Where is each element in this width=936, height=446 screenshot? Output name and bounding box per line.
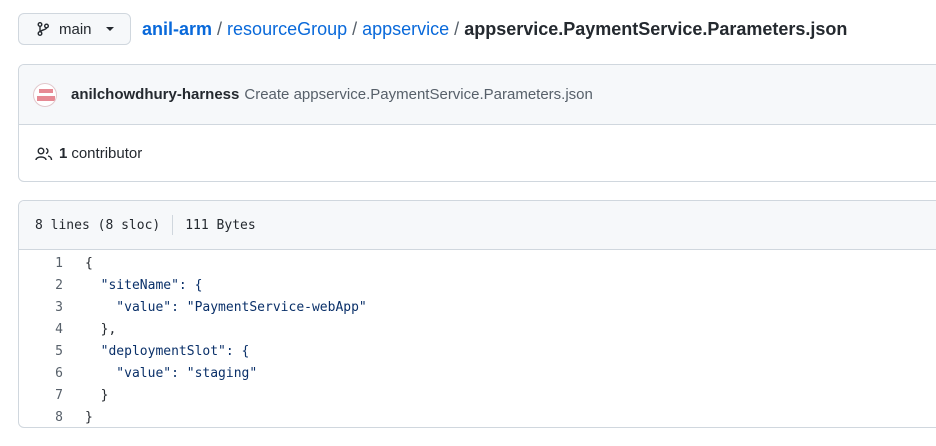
code-line: 8 } [19, 406, 936, 427]
breadcrumb-folder-link[interactable]: appservice [362, 19, 449, 40]
file-viewer: 8 lines (8 sloc) 111 Bytes 1 { 2 "siteNa… [18, 200, 936, 428]
contributors-row[interactable]: 1 contributor [19, 125, 936, 181]
latest-commit-row: anilchowdhury-harness Create appservice.… [19, 65, 936, 125]
code-text: } [85, 409, 93, 425]
line-number[interactable]: 7 [19, 388, 63, 403]
breadcrumb-separator: / [217, 18, 223, 39]
code-content[interactable]: 1 { 2 "siteName": { 3 "value": "PaymentS… [19, 250, 936, 427]
code-text: "value": "PaymentService-webApp" [85, 299, 367, 315]
code-line: 4 }, [19, 318, 936, 340]
code-text: { [85, 255, 93, 271]
people-icon [35, 147, 53, 160]
breadcrumb-repo-link[interactable]: anil-arm [142, 19, 212, 40]
branch-name: main [59, 20, 92, 38]
code-text: } [85, 387, 109, 403]
avatar[interactable] [33, 82, 57, 107]
line-number[interactable]: 8 [19, 410, 63, 425]
line-number[interactable]: 4 [19, 322, 63, 337]
branch-selector-button[interactable]: main [18, 13, 131, 45]
commit-author-link[interactable]: anilchowdhury-harness [71, 86, 239, 103]
code-text: }, [85, 321, 117, 337]
code-text: "deploymentSlot": { [85, 343, 250, 359]
line-number[interactable]: 6 [19, 366, 63, 381]
file-info-header: 8 lines (8 sloc) 111 Bytes [19, 201, 936, 250]
line-number[interactable]: 5 [19, 344, 63, 359]
line-number[interactable]: 1 [19, 256, 63, 271]
code-text: "value": "staging" [85, 365, 258, 381]
code-line: 6 "value": "staging" [19, 362, 936, 384]
breadcrumb-folder-link[interactable]: resourceGroup [227, 19, 347, 40]
code-line: 7 } [19, 384, 936, 406]
file-size: 111 Bytes [185, 217, 256, 233]
divider [172, 215, 174, 235]
breadcrumb-separator: / [352, 18, 358, 39]
code-text: "siteName": { [85, 277, 203, 293]
code-line: 5 "deploymentSlot": { [19, 340, 936, 362]
contributor-label: contributor [71, 145, 143, 162]
breadcrumb: anil-arm / resourceGroup / appservice / … [142, 17, 847, 41]
commit-message-link[interactable]: Create appservice.PaymentService.Paramet… [244, 86, 593, 103]
file-line-count: 8 lines (8 sloc) [35, 217, 161, 233]
latest-commit-box: anilchowdhury-harness Create appservice.… [18, 64, 936, 182]
chevron-down-icon [105, 27, 114, 31]
git-branch-icon [37, 22, 49, 36]
breadcrumb-separator: / [454, 18, 460, 39]
contributor-count: 1 [59, 145, 68, 162]
code-line: 3 "value": "PaymentService-webApp" [19, 296, 936, 318]
code-line: 2 "siteName": { [19, 274, 936, 296]
code-line: 1 { [19, 252, 936, 274]
line-number[interactable]: 3 [19, 300, 63, 315]
line-number[interactable]: 2 [19, 278, 63, 293]
breadcrumb-file-name: appservice.PaymentService.Parameters.jso… [464, 18, 848, 39]
